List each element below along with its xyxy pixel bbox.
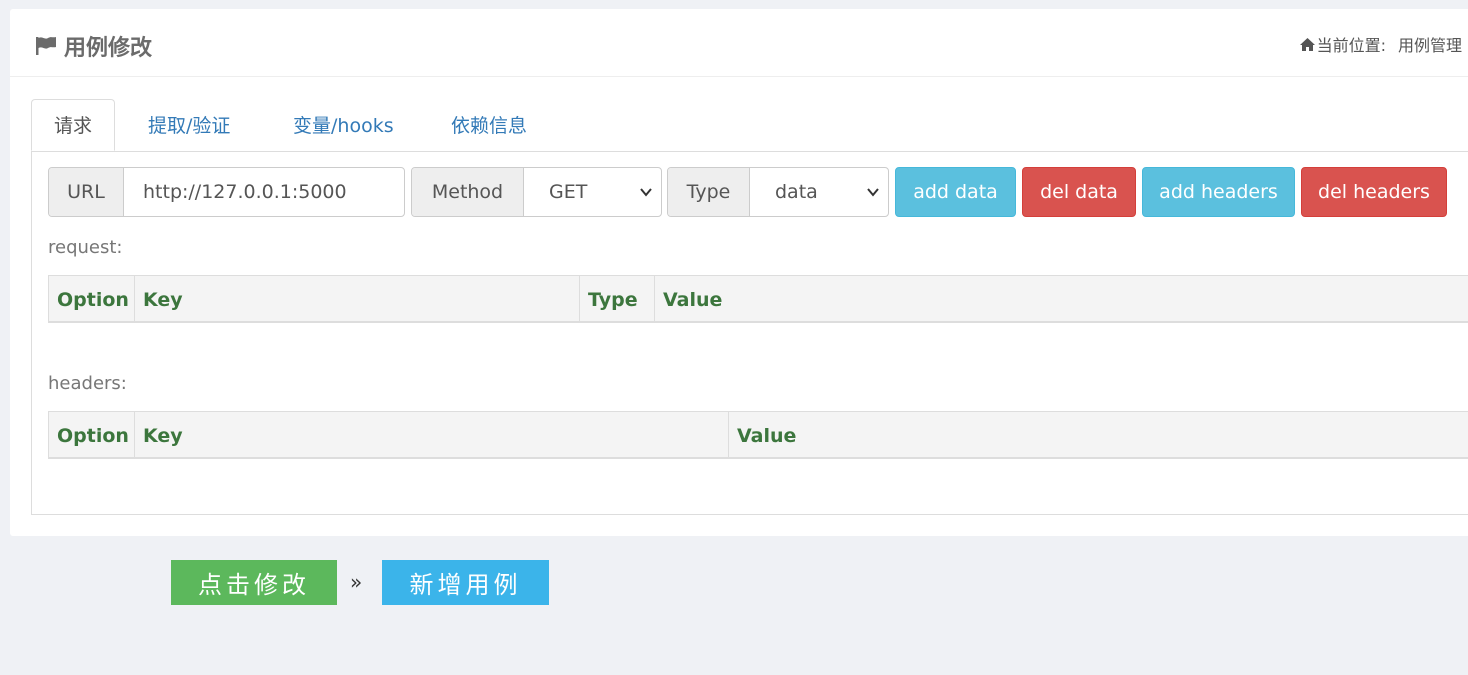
tab-extract-validate[interactable]: 提取/验证 (148, 99, 230, 151)
url-input-group: URL http://127.0.0.1:5000 (48, 167, 405, 217)
add-data-button[interactable]: add data (895, 167, 1016, 217)
page-title-text: 用例修改 (64, 36, 153, 61)
page-title: 用例修改 (34, 30, 152, 62)
add-headers-button[interactable]: add headers (1142, 167, 1295, 217)
url-input[interactable]: http://127.0.0.1:5000 (124, 168, 404, 216)
headers-col-value: Value (728, 412, 1468, 458)
type-label: Type (668, 168, 750, 216)
breadcrumb-current[interactable]: 用例管理 (1398, 32, 1462, 56)
tab-bar: 请求 提取/验证 变量/hooks 依赖信息 (31, 99, 1468, 152)
headers-col-option: Option (48, 412, 134, 458)
type-select-value: data (775, 181, 818, 203)
method-select-value: GET (549, 181, 588, 203)
chevron-down-icon (867, 188, 879, 197)
request-label: request: (48, 237, 123, 258)
del-data-button[interactable]: del data (1022, 167, 1136, 217)
submit-edit-button[interactable]: 点击修改 (171, 560, 337, 605)
footer-separator: » (350, 570, 363, 594)
chevron-down-icon (640, 188, 652, 197)
headers-table-header: Option Key Value (48, 411, 1468, 459)
type-select[interactable]: data (750, 168, 888, 216)
method-select[interactable]: GET (524, 168, 661, 216)
type-input-group: Type data (667, 167, 889, 217)
request-col-type: Type (579, 276, 654, 322)
home-icon (1299, 37, 1315, 51)
request-table-header: Option Key Type Value (48, 275, 1468, 323)
method-input-group: Method GET (411, 167, 662, 217)
method-label: Method (412, 168, 524, 216)
breadcrumb-prefix: 当前位置: (1316, 36, 1386, 55)
request-col-key: Key (134, 276, 579, 322)
headers-label: headers: (48, 373, 127, 394)
request-col-option: Option (48, 276, 134, 322)
tab-variables-hooks[interactable]: 变量/hooks (293, 99, 394, 151)
request-col-value: Value (654, 276, 1468, 322)
del-headers-button[interactable]: del headers (1301, 167, 1447, 217)
headers-col-key: Key (134, 412, 728, 458)
url-label: URL (49, 168, 124, 216)
card-header: 用例修改 当前位置: 用例管理 (10, 9, 1468, 77)
tab-dependencies[interactable]: 依赖信息 (451, 99, 527, 151)
tab-request[interactable]: 请求 (31, 99, 116, 151)
flag-icon (36, 37, 56, 55)
new-case-button[interactable]: 新增用例 (382, 560, 549, 605)
breadcrumb: 当前位置: 用例管理 (1299, 32, 1462, 56)
